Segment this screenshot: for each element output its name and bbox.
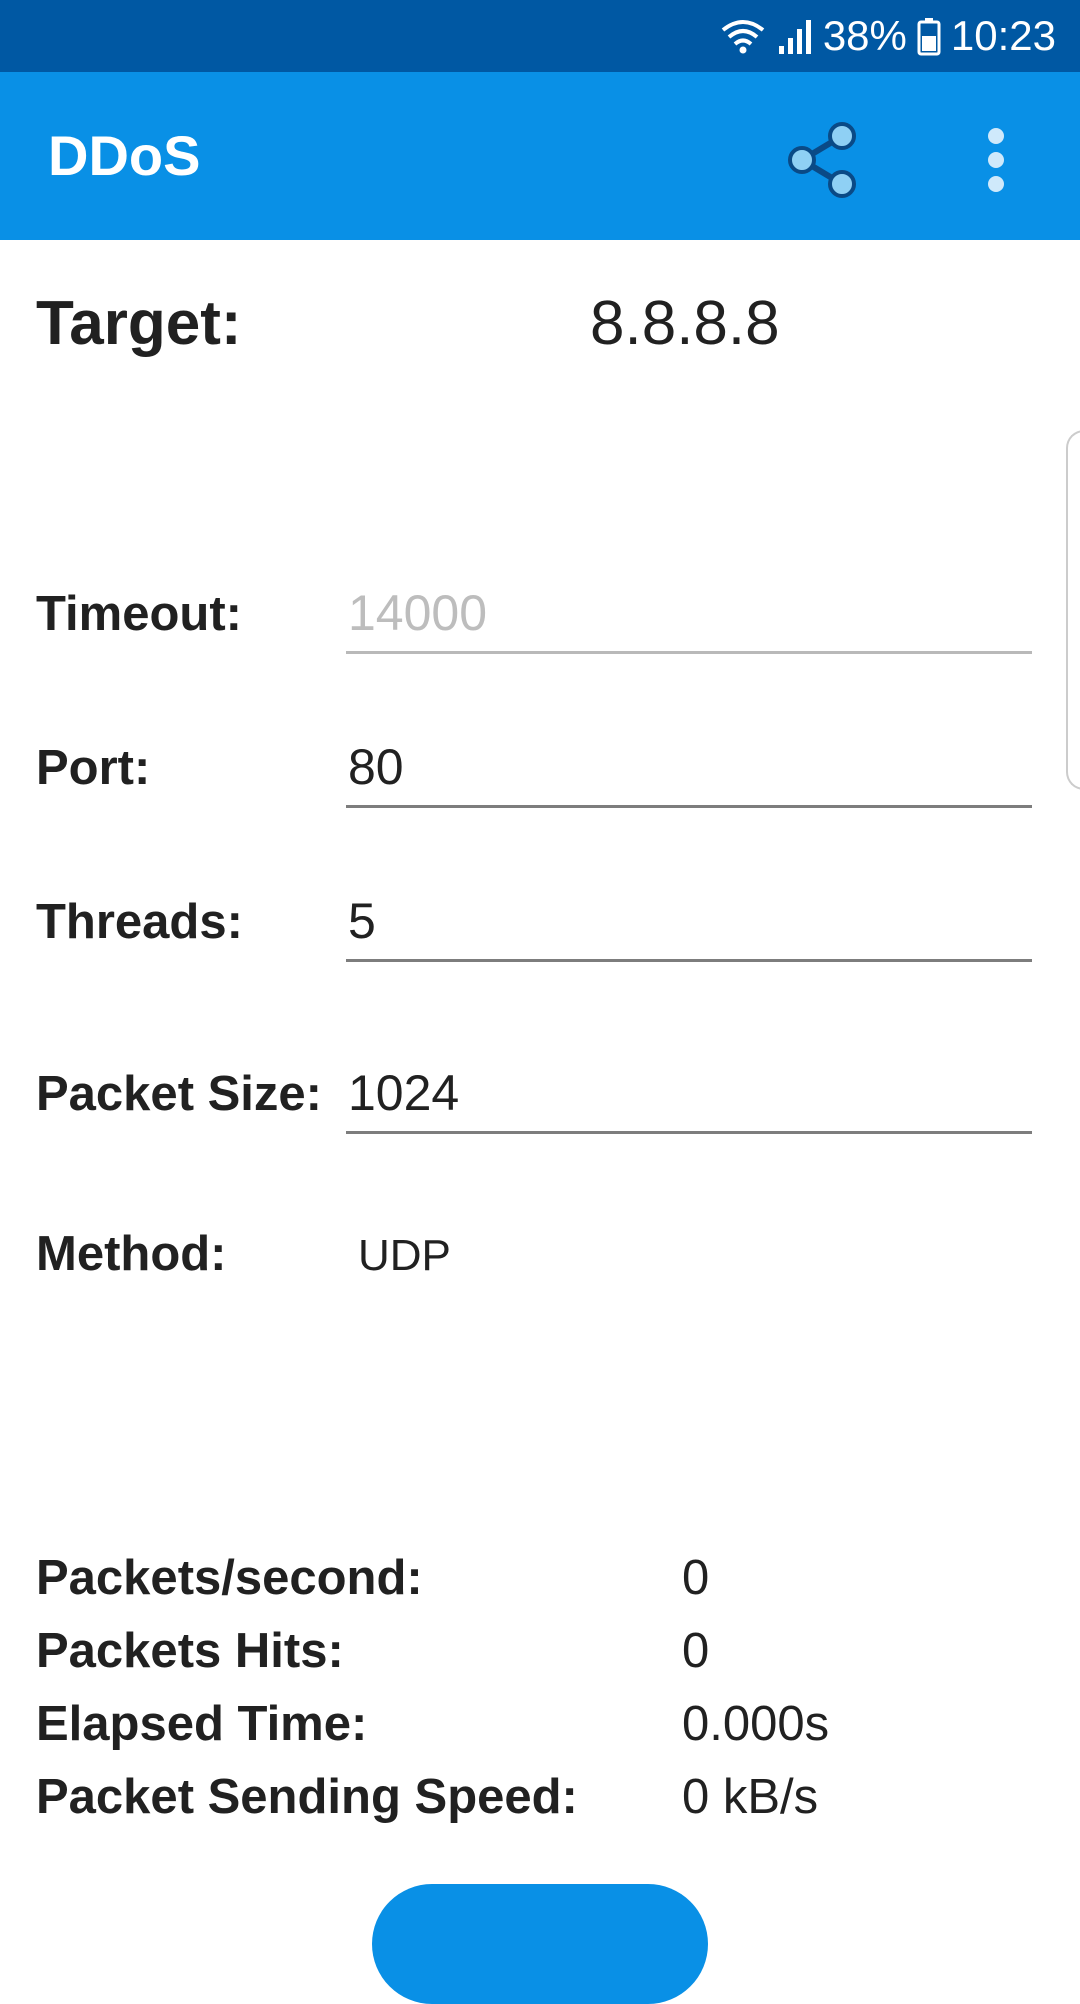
- app-bar: DDoS: [0, 72, 1080, 240]
- signal-icon: [777, 16, 813, 56]
- battery-icon: [917, 16, 941, 56]
- port-label: Port:: [36, 741, 151, 795]
- battery-percent: 38%: [822, 12, 907, 59]
- threads-label: Threads:: [36, 895, 243, 949]
- timeout-label: Timeout:: [36, 587, 242, 641]
- status-bar: 38% 10:23: [0, 0, 1080, 72]
- share-button[interactable]: [780, 116, 868, 204]
- edge-panel-handle[interactable]: [1066, 430, 1080, 790]
- timeout-input[interactable]: [346, 574, 1032, 654]
- sending-speed-label: Packet Sending Speed:: [36, 1770, 578, 1824]
- elapsed-time-label: Elapsed Time:: [36, 1697, 368, 1751]
- status-icons: 38% 10:23: [719, 0, 1056, 72]
- clock: 10:23: [950, 12, 1056, 59]
- sending-speed-value: 0 kB/s: [682, 1770, 819, 1824]
- share-icon: [788, 122, 856, 198]
- method-label: Method:: [36, 1227, 227, 1281]
- more-vert-icon: [988, 128, 1004, 192]
- target-value: 8.8.8.8: [590, 289, 780, 358]
- port-input[interactable]: [346, 728, 1032, 808]
- elapsed-time-value: 0.000s: [682, 1697, 830, 1751]
- packets-hits-value: 0: [682, 1624, 710, 1678]
- packet-size-input[interactable]: [346, 1054, 1032, 1134]
- wifi-icon: [719, 16, 767, 56]
- start-button[interactable]: [372, 1884, 708, 2004]
- app-title: DDoS: [48, 124, 201, 187]
- packet-size-label: Packet Size:: [36, 1067, 322, 1121]
- more-options-button[interactable]: [968, 116, 1024, 204]
- packets-hits-label: Packets Hits:: [36, 1624, 344, 1678]
- threads-input[interactable]: [346, 882, 1032, 962]
- method-spinner[interactable]: UDP: [358, 1226, 451, 1286]
- packets-per-second-value: 0: [682, 1551, 710, 1605]
- packets-per-second-label: Packets/second:: [36, 1551, 423, 1605]
- target-label: Target:: [36, 289, 242, 358]
